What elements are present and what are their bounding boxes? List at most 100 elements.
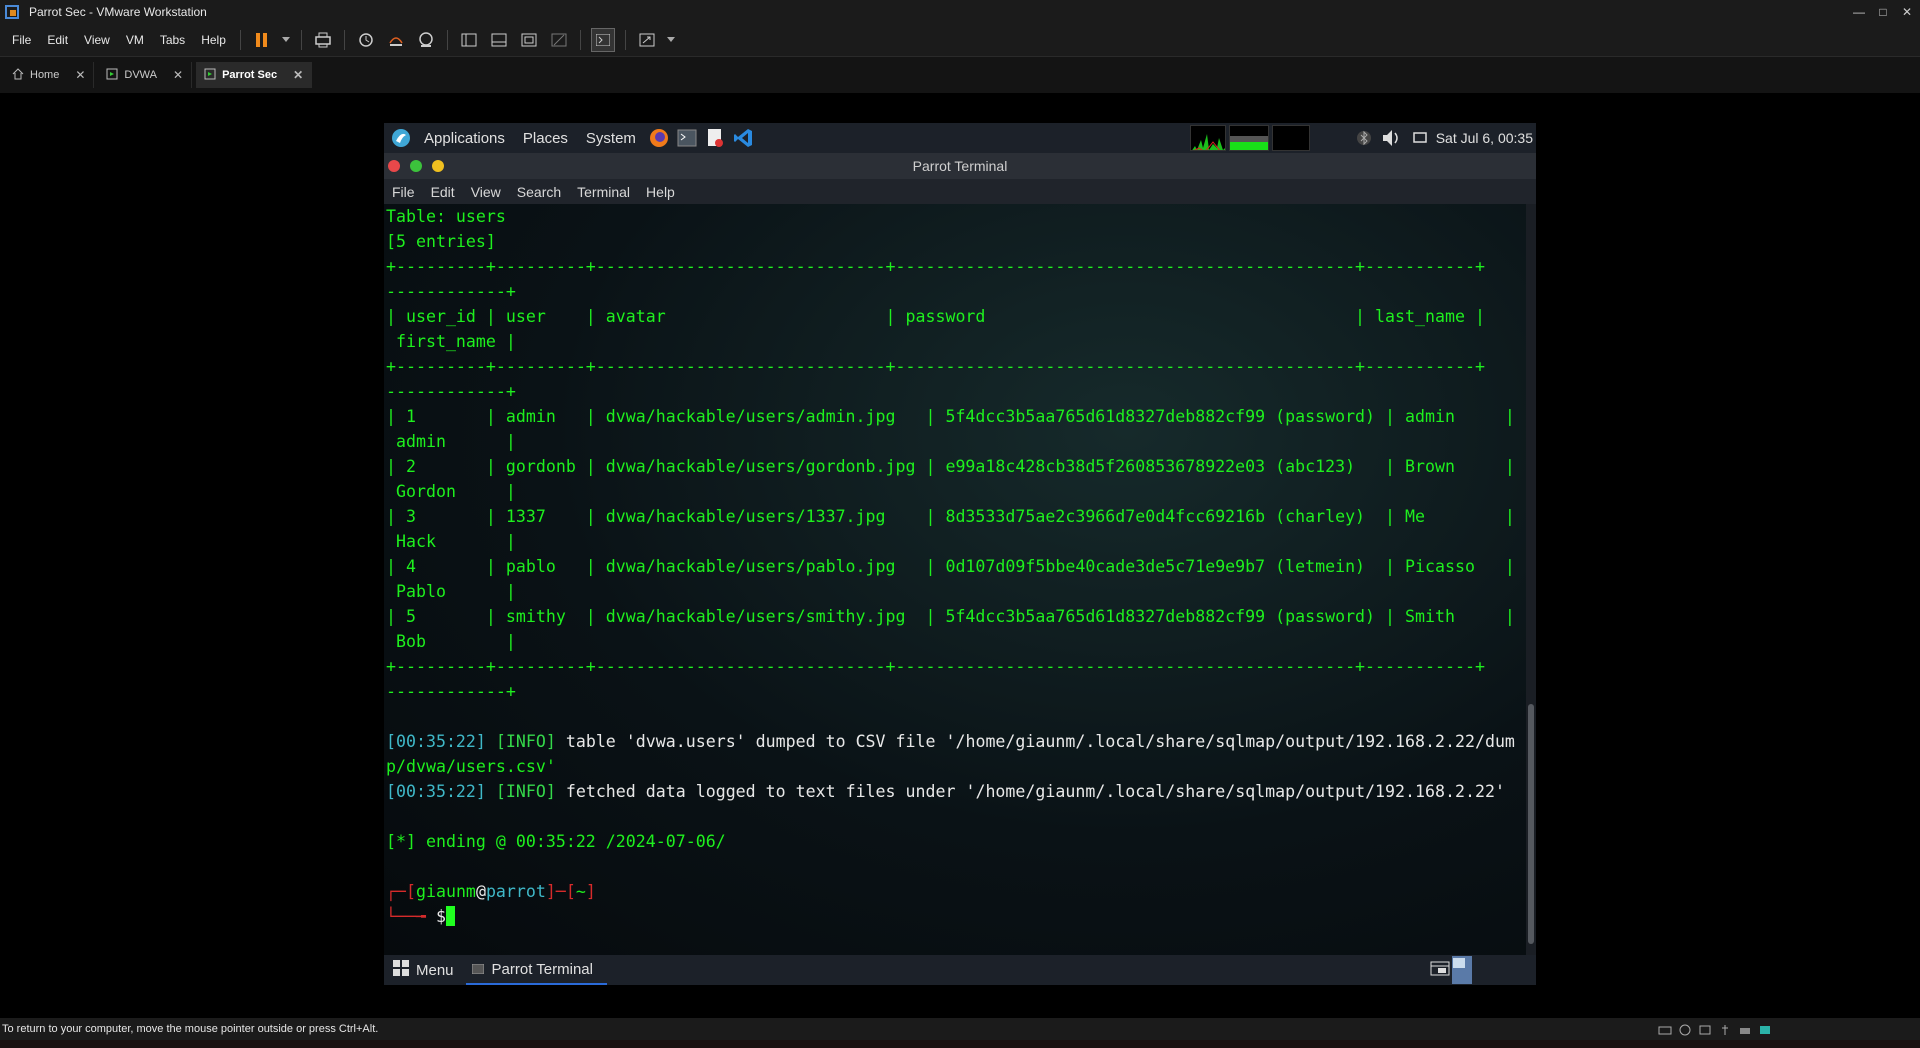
log-line-continued: p/dvwa/users.csv'	[386, 757, 556, 776]
menu-places[interactable]: Places	[514, 130, 577, 147]
toolbar-separator	[239, 30, 241, 50]
minimize-button[interactable]: —	[1847, 0, 1871, 24]
guest-bottom-panel: Menu Parrot Terminal	[384, 955, 1536, 985]
home-icon	[12, 67, 24, 83]
table-border: +---------+---------+-------------------…	[386, 657, 1485, 676]
table-title-line: Table: users	[386, 207, 506, 226]
close-terminal-button[interactable]	[388, 160, 400, 172]
menu-tabs[interactable]: Tabs	[152, 33, 193, 47]
thumbnail-bar-icon[interactable]	[488, 29, 510, 51]
vmware-status-bar: To return to your computer, move the mou…	[0, 1018, 1920, 1040]
tab-label: Parrot Sec	[222, 69, 278, 81]
terminal-menu-edit[interactable]: Edit	[423, 184, 463, 200]
vmware-logo-icon	[5, 5, 19, 19]
tab-parrot-sec[interactable]: Parrot Sec ✕	[196, 62, 313, 88]
parrot-logo-icon[interactable]	[390, 128, 412, 148]
dropdown-arrow-icon[interactable]	[281, 29, 291, 51]
network-monitor-graph	[1271, 125, 1310, 151]
close-window-button[interactable]: ✕	[1895, 0, 1919, 24]
workspace-switcher[interactable]	[1452, 956, 1472, 984]
table-row: Gordon |	[386, 482, 516, 501]
vm-icon	[106, 68, 118, 83]
send-ctrl-alt-del-icon[interactable]	[312, 29, 334, 51]
table-border: ------------+	[386, 382, 516, 401]
show-desktop-icon[interactable]	[1430, 959, 1452, 981]
menu-edit[interactable]: Edit	[39, 33, 76, 47]
menu-system[interactable]: System	[577, 130, 645, 147]
display-icon[interactable]	[1409, 128, 1431, 148]
terminal-title-bar[interactable]: Parrot Terminal	[384, 153, 1536, 179]
log-level: [INFO]	[495, 732, 556, 751]
maximize-button[interactable]: □	[1871, 0, 1895, 24]
prompt-input-line[interactable]: └──╼ $	[384, 904, 1526, 929]
table-row: admin |	[386, 432, 516, 451]
terminal-menu-view[interactable]: View	[463, 184, 509, 200]
menu-file[interactable]: File	[4, 33, 39, 47]
terminal-icon	[471, 961, 485, 978]
table-row: Bob |	[386, 632, 516, 651]
table-row: Pablo |	[386, 582, 516, 601]
menu-grid-icon[interactable]	[392, 959, 410, 981]
revert-snapshot-icon[interactable]	[385, 29, 407, 51]
snapshot-manager-icon[interactable]	[415, 29, 437, 51]
log-level: [INFO]	[495, 782, 556, 801]
terminal-menu-bar: File Edit View Search Terminal Help	[384, 179, 1536, 204]
maximize-terminal-button[interactable]	[410, 160, 422, 172]
volume-icon[interactable]	[1381, 128, 1403, 148]
stretch-guest-icon[interactable]	[636, 29, 658, 51]
prompt-dir: ~	[575, 882, 586, 901]
dropdown-arrow-icon[interactable]	[666, 29, 676, 51]
unity-mode-icon[interactable]	[548, 29, 570, 51]
taskbar-item-parrot-terminal[interactable]: Parrot Terminal	[465, 955, 607, 985]
close-tab-icon[interactable]: ✕	[293, 68, 303, 82]
close-tab-icon[interactable]: ✕	[75, 68, 85, 82]
terminal-menu-search[interactable]: Search	[509, 184, 569, 200]
log-timestamp: [00:35:22]	[386, 732, 486, 751]
snapshot-icon[interactable]	[355, 29, 377, 51]
host-taskbar-edge	[0, 1040, 1920, 1048]
log-line: [00:35:22] [INFO] table 'dvwa.users' dum…	[384, 729, 1526, 754]
tab-label: DVWA	[124, 69, 157, 81]
vmware-toolbar: File Edit View VM Tabs Help	[0, 24, 1920, 56]
text-editor-icon[interactable]	[704, 128, 726, 148]
show-library-icon[interactable]	[458, 29, 480, 51]
prompt-symbol: $	[435, 907, 446, 926]
prompt-host: parrot	[485, 882, 546, 901]
terminal-output[interactable]: Table: users [5 entries] +---------+----…	[384, 204, 1526, 955]
menu-applications[interactable]: Applications	[415, 130, 514, 147]
minimize-terminal-button[interactable]	[432, 160, 444, 172]
menu-button[interactable]: Menu	[410, 962, 454, 979]
close-tab-icon[interactable]: ✕	[173, 68, 183, 82]
guest-screen[interactable]: Applications Places System Sat Jul 6, 00…	[384, 123, 1536, 985]
menu-vm[interactable]: VM	[118, 33, 152, 47]
guest-top-panel: Applications Places System Sat Jul 6, 00…	[384, 123, 1536, 153]
table-row: | 5 | smithy | dvwa/hackable/users/smith…	[386, 607, 1515, 626]
taskbar-item-label: Parrot Terminal	[491, 960, 593, 978]
terminal-menu-file[interactable]: File	[384, 184, 423, 200]
vm-tab-bar: Home ✕ DVWA ✕ Parrot Sec ✕	[0, 56, 1920, 93]
bluetooth-icon[interactable]	[1353, 128, 1375, 148]
table-border: ------------+	[386, 282, 516, 301]
scrollbar-thumb[interactable]	[1528, 704, 1534, 944]
terminal-menu-terminal[interactable]: Terminal	[569, 184, 638, 200]
menu-view[interactable]: View	[76, 33, 118, 47]
terminal-launcher-icon[interactable]	[676, 128, 698, 148]
firefox-icon[interactable]	[648, 128, 670, 148]
table-header-row: | user_id | user | avatar | password | l…	[386, 307, 1485, 326]
terminal-menu-help[interactable]: Help	[638, 184, 683, 200]
clock[interactable]: Sat Jul 6, 00:35	[1434, 130, 1536, 146]
vscode-icon[interactable]	[732, 128, 754, 148]
log-line: [00:35:22] [INFO] fetched data logged to…	[384, 779, 1526, 804]
pause-icon[interactable]	[251, 29, 273, 51]
full-screen-icon[interactable]	[518, 29, 540, 51]
log-timestamp: [00:35:22]	[386, 782, 486, 801]
console-view-icon[interactable]	[590, 28, 615, 52]
table-header-row: first_name |	[386, 332, 516, 351]
terminal-scrollbar[interactable]	[1526, 204, 1536, 955]
status-message: To return to your computer, move the mou…	[2, 1023, 379, 1035]
tab-home[interactable]: Home ✕	[4, 62, 95, 88]
menu-help[interactable]: Help	[193, 33, 234, 47]
ending-line: [*] ending @ 00:35:22 /2024-07-06/	[386, 832, 726, 851]
tab-dvwa[interactable]: DVWA ✕	[98, 62, 193, 88]
cpu-monitor-graph	[1189, 125, 1226, 151]
